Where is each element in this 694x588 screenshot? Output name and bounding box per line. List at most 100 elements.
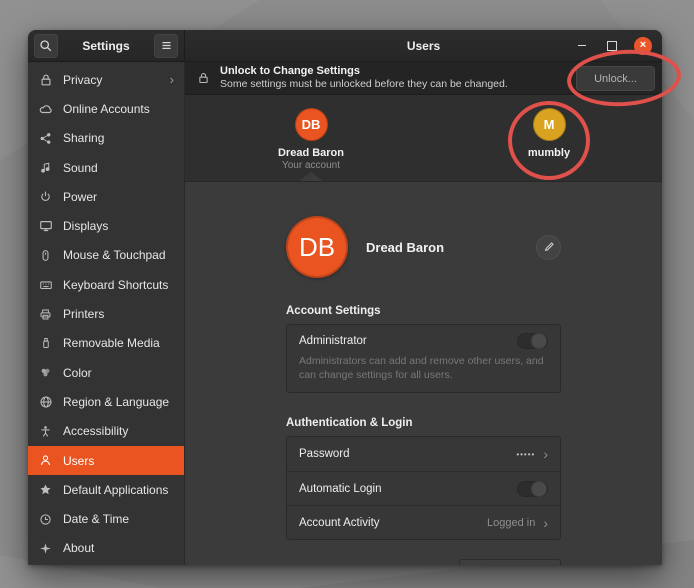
sidebar-item-label: Sound [63, 161, 174, 175]
avatar[interactable]: DB [286, 216, 348, 278]
automatic-login-row: Automatic Login [287, 471, 560, 505]
settings-window: Settings Users × Privacy › [28, 30, 662, 565]
sidebar-item-mouse-touchpad[interactable]: Mouse & Touchpad [28, 241, 184, 270]
search-button[interactable] [34, 34, 58, 58]
sidebar-item-label: Printers [63, 307, 174, 321]
sidebar-item-label: Power [63, 190, 174, 204]
sidebar-item-displays[interactable]: Displays [28, 211, 184, 240]
chevron-right-icon: › [543, 516, 548, 530]
lock-icon [197, 71, 210, 85]
carousel-user-name: Dread Baron [278, 147, 344, 159]
color-icon [38, 365, 53, 380]
users-panel: Unlock to Change Settings Some settings … [185, 62, 662, 565]
lock-icon [38, 72, 53, 87]
remove-user-button[interactable]: Remove User... [459, 559, 561, 565]
profile-header: DB Dread Baron [286, 216, 561, 278]
clock-icon [38, 512, 53, 527]
pencil-icon [543, 241, 555, 253]
password-row[interactable]: Password ••••• › [287, 437, 560, 471]
app-title: Settings [82, 39, 129, 53]
account-settings-heading: Account Settings [286, 305, 561, 317]
carousel-user-name: mumbly [528, 147, 570, 159]
automatic-login-toggle[interactable] [517, 481, 548, 497]
sidebar-item-accessibility[interactable]: Accessibility [28, 417, 184, 446]
toggle-knob [531, 333, 547, 349]
sidebar-item-removable-media[interactable]: Removable Media [28, 329, 184, 358]
unlock-infobar: Unlock to Change Settings Some settings … [185, 62, 662, 95]
account-activity-value: Logged in [487, 517, 535, 529]
sidebar-item-label: Users [63, 454, 174, 468]
carousel-user-subtitle: Your account [282, 160, 340, 171]
sidebar-item-label: Removable Media [63, 336, 174, 350]
globe-icon [38, 394, 53, 409]
carousel-user-mumbly[interactable]: M mumbly [489, 108, 609, 159]
account-activity-row[interactable]: Account Activity Logged in › [287, 505, 560, 539]
sidebar-item-privacy[interactable]: Privacy › [28, 65, 184, 94]
sidebar-item-power[interactable]: Power [28, 182, 184, 211]
minimize-button[interactable] [574, 38, 590, 54]
password-dots: ••••• [516, 450, 535, 459]
administrator-toggle[interactable] [517, 333, 548, 349]
chevron-right-icon: › [543, 447, 548, 461]
sidebar-item-printers[interactable]: Printers [28, 299, 184, 328]
hamburger-icon [160, 39, 173, 52]
unlock-title: Unlock to Change Settings [220, 65, 508, 79]
unlock-button[interactable]: Unlock... [576, 66, 655, 91]
sidebar-item-label: Keyboard Shortcuts [63, 278, 174, 292]
usb-drive-icon [38, 336, 53, 351]
toggle-knob [531, 481, 547, 497]
user-detail-panel: DB Dread Baron Account Settings Admini [185, 182, 662, 565]
administrator-label: Administrator [299, 335, 367, 347]
sidebar-item-label: Color [63, 366, 174, 380]
sidebar-item-label: Online Accounts [63, 102, 174, 116]
close-icon: × [640, 40, 646, 51]
sidebar-item-label: Date & Time [63, 512, 174, 526]
sidebar-item-label: About [63, 541, 174, 555]
keyboard-icon [38, 277, 53, 292]
sidebar-item-region-language[interactable]: Region & Language [28, 387, 184, 416]
sidebar-item-sound[interactable]: Sound [28, 153, 184, 182]
sidebar-item-users[interactable]: Users [28, 446, 184, 475]
account-activity-label: Account Activity [299, 517, 380, 529]
menu-button[interactable] [154, 34, 178, 58]
share-icon [38, 131, 53, 146]
titlebar-main-section[interactable]: Users × [185, 30, 662, 61]
user-carousel: DB Dread Baron Your account M mumbly [185, 95, 662, 182]
user-icon [38, 453, 53, 468]
close-button[interactable]: × [634, 37, 652, 55]
sidebar-item-label: Sharing [63, 131, 174, 145]
printer-icon [38, 307, 53, 322]
administrator-description: Administrators can add and remove other … [299, 354, 548, 382]
power-icon [38, 189, 53, 204]
cloud-icon [38, 101, 53, 116]
unlock-subtitle: Some settings must be unlocked before th… [220, 78, 508, 91]
sidebar-item-keyboard-shortcuts[interactable]: Keyboard Shortcuts [28, 270, 184, 299]
sidebar-item-default-applications[interactable]: Default Applications [28, 475, 184, 504]
password-label: Password [299, 448, 350, 460]
auth-login-heading: Authentication & Login [286, 417, 561, 429]
display-icon [38, 219, 53, 234]
administrator-row: Administrator Administrators can add and… [287, 325, 560, 392]
star-icon [38, 482, 53, 497]
accessibility-icon [38, 424, 53, 439]
maximize-button[interactable] [604, 38, 620, 54]
account-settings-frame: Administrator Administrators can add and… [286, 324, 561, 393]
edit-name-button[interactable] [536, 235, 561, 260]
selected-user-pointer [299, 172, 323, 181]
sidebar-item-color[interactable]: Color [28, 358, 184, 387]
avatar: DB [295, 108, 328, 141]
sidebar-item-online-accounts[interactable]: Online Accounts [28, 94, 184, 123]
avatar: M [533, 108, 566, 141]
automatic-login-label: Automatic Login [299, 483, 381, 495]
sidebar-item-about[interactable]: About [28, 534, 184, 563]
carousel-user-dread-baron[interactable]: DB Dread Baron Your account [251, 108, 371, 171]
titlebar-sidebar-section: Settings [28, 30, 185, 61]
sidebar-item-label: Privacy [63, 73, 160, 87]
titlebar: Settings Users × [28, 30, 662, 62]
profile-name: Dread Baron [366, 240, 536, 255]
sidebar-item-sharing[interactable]: Sharing [28, 124, 184, 153]
sidebar-item-label: Displays [63, 219, 174, 233]
sidebar-item-date-time[interactable]: Date & Time [28, 504, 184, 533]
music-note-icon [38, 160, 53, 175]
search-icon [39, 39, 53, 53]
